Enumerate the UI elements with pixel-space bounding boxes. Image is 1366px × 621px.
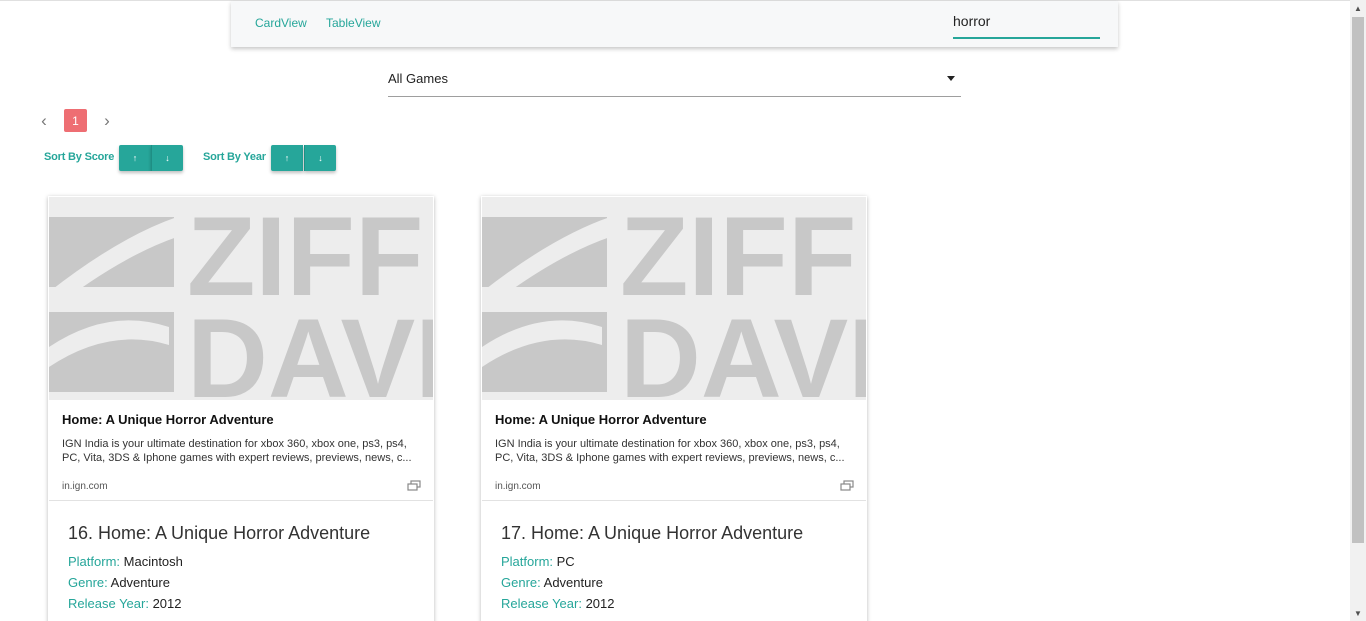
pagination-prev-button[interactable]: ‹ [35,111,53,130]
game-filter-select[interactable]: All Games [388,64,961,97]
pagination-next-button[interactable]: › [98,111,116,130]
scroll-up-arrow-icon[interactable]: ▲ [1350,0,1366,16]
chevron-right-icon: › [104,111,110,130]
sort-year-desc-button[interactable]: ↓ [304,145,336,171]
preview-image: ZIFF DAVIS [49,197,433,400]
sort-year-asc-button[interactable]: ↑ [271,145,303,171]
search-input[interactable] [953,9,1100,39]
ziff-davis-logo-image: ZIFF DAVIS [482,197,866,400]
link-preview[interactable]: ZIFF DAVIS Home: A Unique Horror Adventu… [49,197,433,501]
release-year-field: Release Year: 2012 [68,596,182,611]
release-year-value: 2012 [585,596,615,611]
sort-by-year-label: Sort By Year [203,151,266,163]
logo-line-2: DAVIS [620,296,866,400]
preview-domain: in.ign.com [495,481,541,492]
genre-value: Adventure [110,575,170,590]
link-preview[interactable]: ZIFF DAVIS Home: A Unique Horror Adventu… [482,197,866,501]
genre-field: Genre: Adventure [501,575,603,590]
nav-tableview-link[interactable]: TableView [326,16,380,30]
platform-field: Platform: Macintosh [68,554,183,569]
game-filter-value: All Games [388,71,448,86]
game-title: 17. Home: A Unique Horror Adventure [501,523,804,543]
external-window-icon [840,480,854,491]
platform-label: Platform: [501,554,554,569]
preview-domain: in.ign.com [62,481,108,492]
preview-description: IGN India is your ultimate destination f… [62,438,412,464]
release-year-value: 2012 [152,596,182,611]
genre-label: Genre: [501,575,541,590]
genre-label: Genre: [68,575,108,590]
caret-down-icon [947,76,955,81]
nav-cardview-link[interactable]: CardView [255,16,307,30]
preview-title: Home: A Unique Horror Adventure [62,412,274,427]
preview-title: Home: A Unique Horror Adventure [495,412,707,427]
scrollbar[interactable]: ▲ ▼ [1350,0,1366,621]
sort-score-asc-button[interactable]: ↑ [119,145,151,171]
pagination-page-button[interactable]: 1 [64,109,87,132]
scroll-down-arrow-icon[interactable]: ▼ [1350,605,1366,621]
platform-field: Platform: PC [501,554,575,569]
arrow-up-icon: ↑ [132,153,138,163]
platform-value: Macintosh [123,554,183,569]
arrow-down-icon: ↓ [318,153,323,163]
genre-value: Adventure [543,575,603,590]
arrow-up-icon: ↑ [284,153,290,163]
genre-field: Genre: Adventure [68,575,170,590]
sort-by-score-label: Sort By Score [44,151,115,163]
game-card: ZIFF DAVIS Home: A Unique Horror Adventu… [481,196,867,621]
preview-description: IGN India is your ultimate destination f… [495,438,845,464]
sort-score-desc-button[interactable]: ↓ [151,145,183,171]
game-title: 16. Home: A Unique Horror Adventure [68,523,371,543]
game-card: ZIFF DAVIS Home: A Unique Horror Adventu… [48,196,434,621]
navbar: CardView TableView [231,1,1118,47]
release-year-label: Release Year: [68,596,149,611]
chevron-left-icon: ‹ [41,111,47,130]
preview-image: ZIFF DAVIS [482,197,866,400]
page: CardView TableView All Games ‹ 1 › Sort … [0,0,1366,621]
arrow-down-icon: ↓ [165,153,170,163]
ziff-davis-logo-image: ZIFF DAVIS [49,197,433,400]
platform-value: PC [556,554,575,569]
platform-label: Platform: [68,554,121,569]
scroll-thumb[interactable] [1352,17,1364,543]
external-window-icon [407,480,421,491]
release-year-label: Release Year: [501,596,582,611]
release-year-field: Release Year: 2012 [501,596,615,611]
logo-line-2: DAVIS [187,296,433,400]
